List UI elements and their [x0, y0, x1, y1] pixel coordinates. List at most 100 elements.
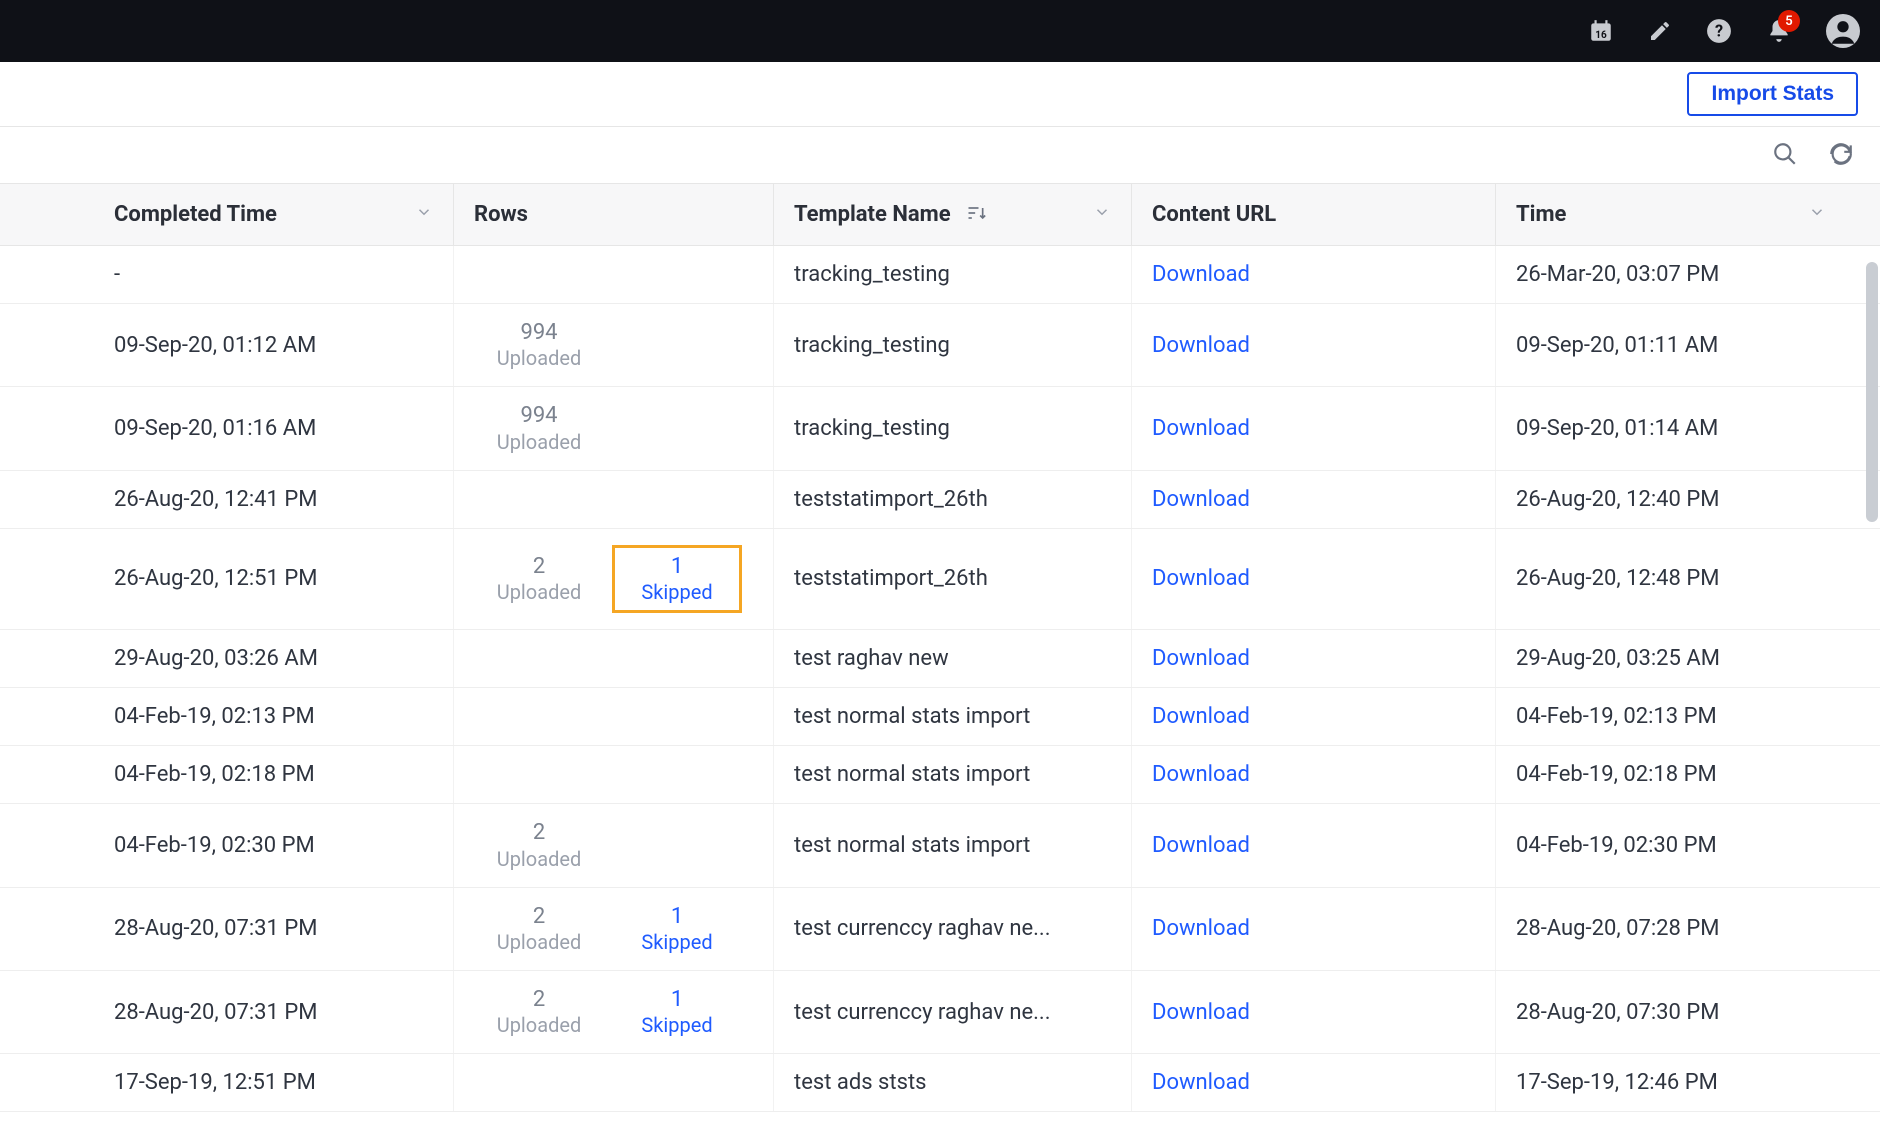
col-header-completed-time[interactable]: Completed Time [84, 184, 454, 245]
cell-completed-time: 26-Aug-20, 12:51 PM [84, 529, 454, 629]
cell-time: 28-Aug-20, 07:28 PM [1496, 888, 1846, 970]
uploaded-label: Uploaded [497, 580, 582, 604]
cell-time: 26-Mar-20, 03:07 PM [1496, 246, 1846, 303]
table-row: 04-Feb-19, 02:30 PM2Uploadedtest normal … [0, 804, 1880, 887]
table-row: 26-Aug-20, 12:41 PMteststatimport_26thDo… [0, 471, 1880, 529]
cell-completed-time: 29-Aug-20, 03:26 AM [84, 630, 454, 687]
download-link[interactable]: Download [1152, 566, 1250, 591]
skipped-block[interactable]: 1Skipped [612, 545, 742, 613]
help-icon[interactable]: ? [1706, 18, 1732, 44]
download-link[interactable]: Download [1152, 1000, 1250, 1025]
table-body: -tracking_testingDownload26-Mar-20, 03:0… [0, 246, 1880, 1112]
svg-text:?: ? [1715, 21, 1723, 40]
uploaded-block: 994Uploaded [474, 320, 604, 370]
cell-content-url: Download [1132, 630, 1496, 687]
cell-content-url: Download [1132, 387, 1496, 469]
download-link[interactable]: Download [1152, 704, 1250, 729]
cell-rows: 2Uploaded [454, 804, 774, 886]
skipped-block[interactable]: 1Skipped [612, 904, 742, 954]
download-link[interactable]: Download [1152, 1070, 1250, 1095]
cell-time: 17-Sep-19, 12:46 PM [1496, 1054, 1846, 1111]
cell-completed-time: 28-Aug-20, 07:31 PM [84, 888, 454, 970]
cell-content-url: Download [1132, 304, 1496, 386]
table-row: 17-Sep-19, 12:51 PMtest ads ststsDownloa… [0, 1054, 1880, 1112]
profile-avatar-icon[interactable] [1826, 14, 1860, 48]
skipped-count: 1 [671, 904, 683, 930]
sort-indicator-icon[interactable] [966, 205, 986, 221]
cell-time: 04-Feb-19, 02:30 PM [1496, 804, 1846, 886]
uploaded-count: 994 [520, 320, 557, 346]
uploaded-count: 2 [533, 820, 545, 846]
download-link[interactable]: Download [1152, 646, 1250, 671]
skipped-label: Skipped [641, 930, 712, 954]
skipped-count: 1 [671, 554, 683, 580]
table-row: 29-Aug-20, 03:26 AMtest raghav newDownlo… [0, 630, 1880, 688]
sub-action-bar: Import Stats [0, 62, 1880, 127]
uploaded-label: Uploaded [497, 847, 582, 871]
download-link[interactable]: Download [1152, 762, 1250, 787]
cell-content-url: Download [1132, 888, 1496, 970]
uploaded-label: Uploaded [497, 930, 582, 954]
cell-rows [454, 246, 774, 303]
col-header-content-url[interactable]: Content URL [1132, 184, 1496, 245]
cell-completed-time: 04-Feb-19, 02:18 PM [84, 746, 454, 803]
notification-badge: 5 [1778, 10, 1800, 32]
chevron-down-icon[interactable] [1808, 202, 1826, 227]
skipped-count: 1 [671, 987, 683, 1013]
cell-template-name: teststatimport_26th [774, 529, 1132, 629]
table-row: 26-Aug-20, 12:51 PM2Uploaded1Skippedtest… [0, 529, 1880, 630]
cell-template-name: test normal stats import [774, 804, 1132, 886]
col-header-template-name[interactable]: Template Name [774, 184, 1132, 245]
col-header-label: Time [1516, 202, 1566, 227]
col-header-label: Completed Time [114, 202, 277, 227]
cell-time: 04-Feb-19, 02:18 PM [1496, 746, 1846, 803]
download-link[interactable]: Download [1152, 262, 1250, 287]
chevron-down-icon[interactable] [415, 202, 433, 227]
cell-rows: 2Uploaded 1Skipped [454, 971, 774, 1053]
cell-time: 29-Aug-20, 03:25 AM [1496, 630, 1846, 687]
cell-rows [454, 471, 774, 528]
download-link[interactable]: Download [1152, 487, 1250, 512]
col-header-label: Template Name [794, 202, 951, 227]
table-row: -tracking_testingDownload26-Mar-20, 03:0… [0, 246, 1880, 304]
cell-time: 04-Feb-19, 02:13 PM [1496, 688, 1846, 745]
uploaded-label: Uploaded [497, 1013, 582, 1037]
download-link[interactable]: Download [1152, 333, 1250, 358]
cell-content-url: Download [1132, 971, 1496, 1053]
cell-content-url: Download [1132, 688, 1496, 745]
skipped-label: Skipped [641, 1013, 712, 1037]
uploaded-label: Uploaded [497, 346, 582, 370]
col-header-label: Content URL [1152, 202, 1276, 227]
cell-rows: 994Uploaded [454, 304, 774, 386]
notifications-icon[interactable]: 5 [1766, 18, 1792, 44]
cell-time: 28-Aug-20, 07:30 PM [1496, 971, 1846, 1053]
cell-content-url: Download [1132, 529, 1496, 629]
cell-template-name: test normal stats import [774, 746, 1132, 803]
cell-completed-time: 17-Sep-19, 12:51 PM [84, 1054, 454, 1111]
cell-completed-time: 04-Feb-19, 02:30 PM [84, 804, 454, 886]
uploaded-count: 2 [533, 987, 545, 1013]
edit-icon[interactable] [1648, 19, 1672, 43]
refresh-icon[interactable] [1828, 141, 1854, 171]
scrollbar-track[interactable] [1862, 62, 1880, 1144]
download-link[interactable]: Download [1152, 916, 1250, 941]
cell-template-name: tracking_testing [774, 387, 1132, 469]
search-icon[interactable] [1772, 141, 1798, 171]
skipped-block[interactable]: 1Skipped [612, 987, 742, 1037]
cell-rows [454, 746, 774, 803]
download-link[interactable]: Download [1152, 833, 1250, 858]
uploaded-block: 2Uploaded [474, 904, 604, 954]
cell-template-name: test currenccy raghav ne... [774, 888, 1132, 970]
cell-time: 26-Aug-20, 12:48 PM [1496, 529, 1846, 629]
import-stats-button[interactable]: Import Stats [1687, 72, 1858, 116]
scrollbar-thumb[interactable] [1866, 262, 1878, 522]
table-toolbar [0, 127, 1880, 183]
calendar-icon[interactable]: 16 [1588, 18, 1614, 44]
chevron-down-icon[interactable] [1093, 202, 1111, 227]
col-header-rows[interactable]: Rows [454, 184, 774, 245]
col-header-time[interactable]: Time [1496, 184, 1846, 245]
cell-time: 09-Sep-20, 01:14 AM [1496, 387, 1846, 469]
cell-template-name: tracking_testing [774, 246, 1132, 303]
cell-content-url: Download [1132, 746, 1496, 803]
download-link[interactable]: Download [1152, 416, 1250, 441]
